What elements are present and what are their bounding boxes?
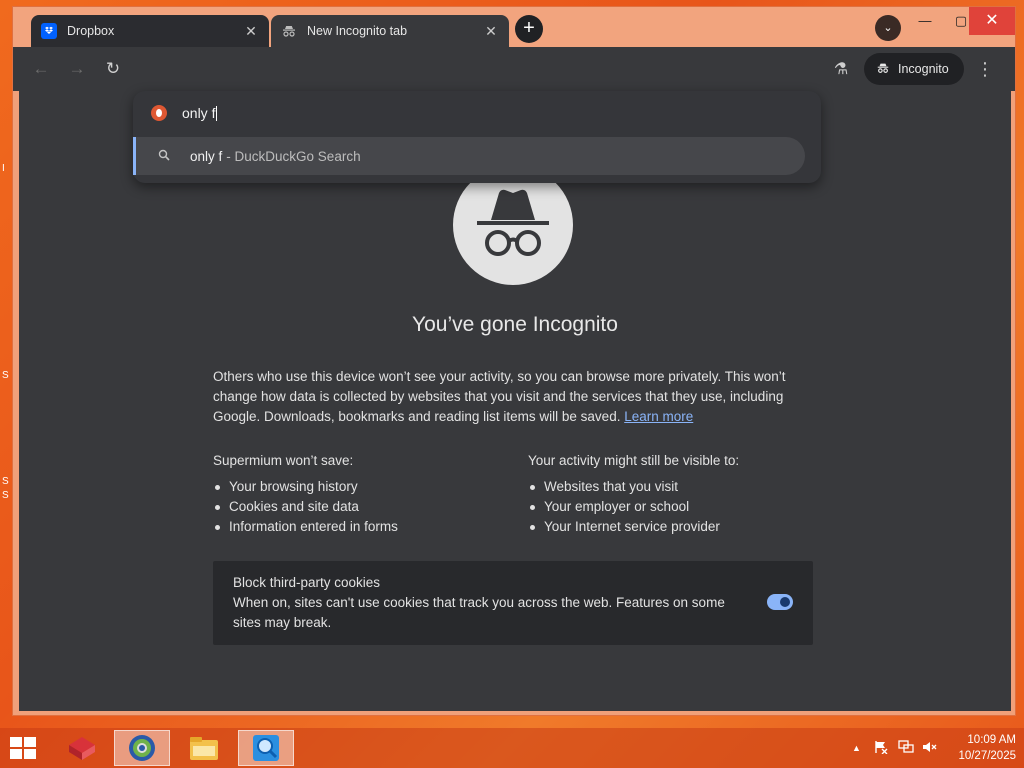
list-item: Your browsing history (213, 477, 513, 497)
taskbar-app-red-icon[interactable] (54, 730, 110, 766)
windows-start-icon[interactable] (10, 737, 38, 759)
intro-paragraph: Others who use this device won’t see you… (213, 367, 817, 427)
clock-time: 10:09 AM (967, 734, 1016, 746)
list-item: Websites that you visit (528, 477, 828, 497)
clock-date: 10/27/2025 (958, 750, 1016, 762)
list-item: Your Internet service provider (528, 517, 828, 537)
system-clock[interactable]: 10:09 AM 10/27/2025 (946, 732, 1016, 764)
incognito-profile-button[interactable]: Incognito (864, 53, 964, 85)
tab-search-button[interactable]: ⌄ (875, 15, 901, 41)
third-party-cookies-card: Block third-party cookies When on, sites… (213, 561, 813, 645)
text-caret (216, 105, 218, 121)
list-item: Information entered in forms (213, 517, 513, 537)
action-center-flag-icon[interactable] (874, 740, 888, 757)
duckduckgo-icon (151, 105, 167, 121)
wont-save-list: Supermium won’t save: Your browsing hist… (213, 451, 513, 537)
volume-muted-icon[interactable] (922, 740, 938, 757)
list-item: Your employer or school (528, 497, 828, 517)
tab-title: New Incognito tab (307, 24, 408, 38)
reload-icon[interactable]: ↻ (103, 59, 123, 79)
cookies-title: Block third-party cookies (233, 575, 381, 590)
omnibox-dropdown: only f only f - DuckDuckGo Search (133, 91, 821, 183)
title-bar: Dropbox ✕ New Incognito tab ✕ + ⌄ — ▢ ✕ (13, 7, 1015, 47)
suggestion-description: - DuckDuckGo Search (226, 148, 361, 164)
incognito-icon (281, 23, 297, 39)
browser-window: Dropbox ✕ New Incognito tab ✕ + ⌄ — ▢ ✕ … (12, 6, 1016, 716)
page-title: You’ve gone Incognito (412, 313, 618, 336)
visible-to-heading: Your activity might still be visible to: (528, 453, 740, 468)
close-icon[interactable]: ✕ (483, 23, 499, 40)
incognito-label: Incognito (898, 62, 949, 76)
learn-more-link[interactable]: Learn more (624, 409, 693, 424)
desktop-icon-label-fragment: S (2, 490, 9, 501)
desktop-icon-label-fragment: S (2, 370, 9, 381)
dropbox-icon (41, 23, 57, 39)
labs-flask-icon[interactable]: ⚗ (831, 59, 851, 79)
tray-expand-icon[interactable]: ▲ (852, 743, 861, 753)
taskbar-supermium-icon[interactable] (114, 730, 170, 766)
list-item: Cookies and site data (213, 497, 513, 517)
network-icon[interactable] (898, 740, 914, 757)
suggestion-query: only f (190, 148, 223, 164)
omnibox-text: only f (182, 105, 216, 121)
incognito-hero-icon (453, 165, 573, 285)
search-icon (158, 149, 170, 164)
intro-text: Others who use this device won’t see you… (213, 369, 786, 424)
tab-new-incognito[interactable]: New Incognito tab ✕ (271, 15, 509, 47)
desktop-icon-label-fragment: S (2, 476, 9, 487)
close-icon[interactable]: ✕ (243, 23, 259, 40)
wont-save-heading: Supermium won’t save: (213, 453, 354, 468)
cookies-description: When on, sites can't use cookies that tr… (233, 595, 725, 630)
omnibox-input[interactable]: only f (133, 91, 821, 135)
incognito-icon (876, 61, 890, 78)
visible-to-list: Your activity might still be visible to:… (528, 451, 828, 537)
forward-arrow-icon[interactable]: → (67, 59, 87, 79)
block-cookies-toggle[interactable] (767, 594, 793, 610)
menu-kebab-icon[interactable]: ⋮ (975, 59, 995, 79)
close-window-button[interactable]: ✕ (969, 7, 1015, 35)
tab-title: Dropbox (67, 24, 115, 38)
toolbar: ← → ↻ ⚗ Incognito ⋮ only f only f - Duck… (13, 47, 1015, 183)
incognito-page: You’ve gone Incognito Others who use thi… (19, 91, 1011, 711)
taskbar: ▲ 10:09 AM 10/27/2025 (0, 728, 1024, 768)
minimize-button[interactable]: — (907, 7, 943, 35)
file-explorer-icon[interactable] (176, 730, 232, 766)
omnibox-suggestion[interactable]: only f - DuckDuckGo Search (133, 137, 805, 175)
tab-dropbox[interactable]: Dropbox ✕ (31, 15, 269, 47)
taskbar-search-app-icon[interactable] (238, 730, 294, 766)
new-tab-button[interactable]: + (515, 15, 543, 43)
back-arrow-icon[interactable]: ← (31, 59, 51, 79)
desktop-icon-label-fragment: I (2, 163, 5, 174)
